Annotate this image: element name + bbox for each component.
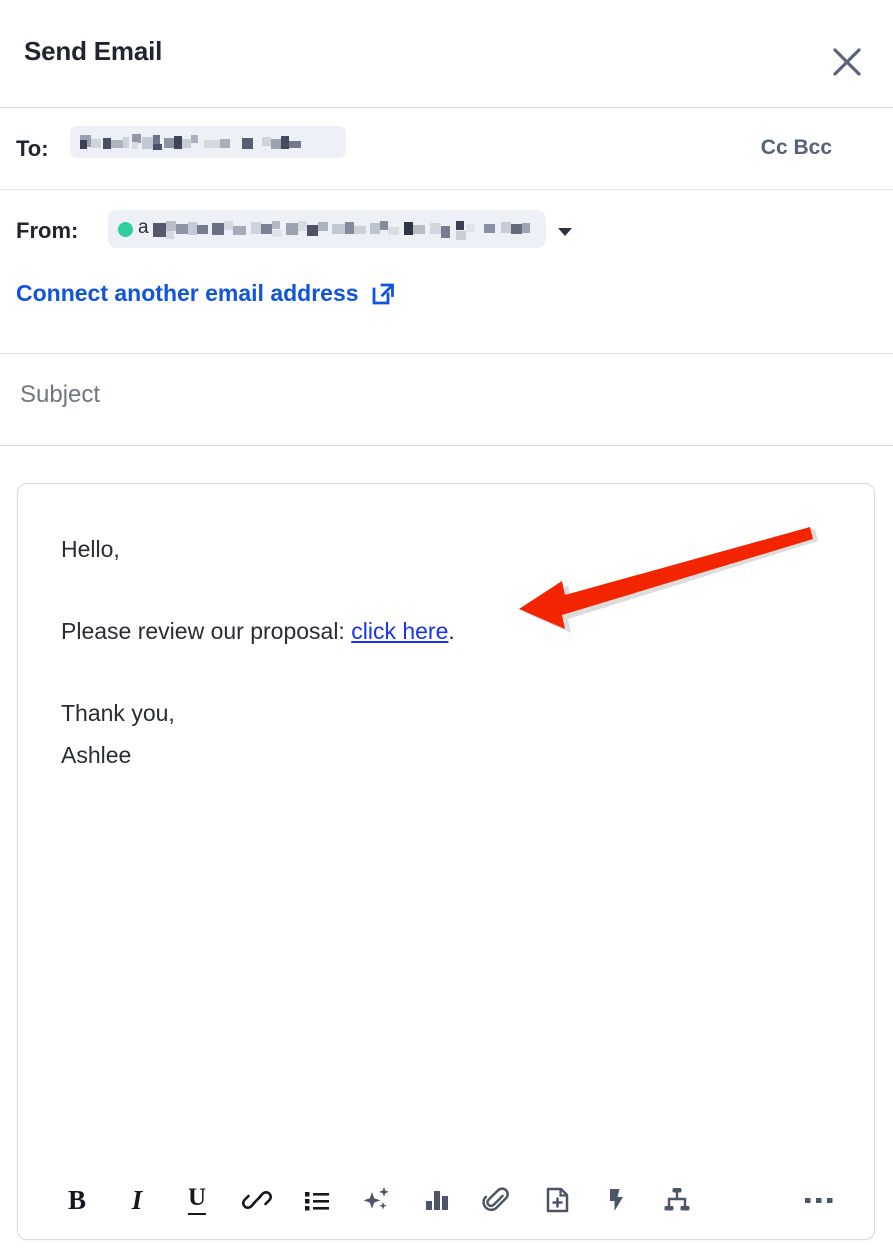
underline-button[interactable]: U bbox=[168, 1172, 226, 1228]
ellipsis-icon bbox=[805, 1198, 833, 1203]
email-body-editor[interactable]: Hello, Please review our proposal: click… bbox=[17, 483, 875, 1240]
proposal-link[interactable]: click here bbox=[351, 618, 448, 644]
bold-button[interactable]: B bbox=[48, 1172, 106, 1228]
chevron-down-icon[interactable] bbox=[556, 223, 574, 241]
body-signature: Ashlee bbox=[61, 742, 132, 768]
underline-icon: U bbox=[187, 1185, 207, 1215]
add-to-sequence-button[interactable] bbox=[648, 1172, 706, 1228]
document-add-icon bbox=[546, 1187, 569, 1213]
external-link-icon bbox=[372, 283, 394, 305]
attach-file-button[interactable] bbox=[468, 1172, 526, 1228]
to-field-row: To: Cc Bcc bbox=[0, 108, 893, 190]
paperclip-icon bbox=[482, 1187, 509, 1212]
quick-actions-button[interactable] bbox=[588, 1172, 646, 1228]
redacted-recipient bbox=[80, 134, 301, 150]
recipient-input[interactable] bbox=[70, 126, 346, 158]
close-button[interactable] bbox=[823, 38, 871, 86]
connect-another-email-label: Connect another email address bbox=[16, 280, 359, 306]
dialog-header: Send Email bbox=[0, 0, 893, 108]
close-icon bbox=[833, 48, 861, 76]
sequence-tree-icon bbox=[664, 1188, 690, 1211]
body-greeting: Hello, bbox=[61, 536, 120, 562]
italic-icon: I bbox=[131, 1184, 143, 1215]
body-line-prefix: Please review our proposal: bbox=[61, 618, 352, 644]
insert-link-button[interactable] bbox=[228, 1172, 286, 1228]
from-label: From: bbox=[16, 218, 79, 243]
body-paragraph: Please review our proposal: click here. bbox=[61, 610, 834, 652]
subject-field-row bbox=[0, 354, 893, 446]
editor-toolbar: B I U bbox=[18, 1161, 874, 1239]
cc-bcc-toggle[interactable]: Cc Bcc bbox=[761, 136, 832, 160]
italic-button[interactable]: I bbox=[108, 1172, 166, 1228]
page-title: Send Email bbox=[24, 36, 163, 66]
bulleted-list-icon bbox=[305, 1192, 329, 1211]
redacted-from-address bbox=[153, 221, 530, 240]
insert-chart-button[interactable] bbox=[408, 1172, 466, 1228]
bar-chart-icon bbox=[426, 1191, 448, 1210]
sparkles-icon bbox=[363, 1187, 389, 1210]
link-icon bbox=[242, 1191, 272, 1209]
from-field-row: From: a Connect another email address bbox=[0, 190, 893, 354]
more-options-button[interactable] bbox=[790, 1172, 848, 1228]
subject-input[interactable] bbox=[18, 380, 622, 410]
email-body-content[interactable]: Hello, Please review our proposal: click… bbox=[61, 528, 834, 776]
insert-document-button[interactable] bbox=[528, 1172, 586, 1228]
body-closing: Thank you, bbox=[61, 700, 175, 726]
from-address-select[interactable]: a bbox=[108, 210, 546, 248]
connect-another-email-link[interactable]: Connect another email address bbox=[16, 280, 396, 307]
to-label: To: bbox=[16, 136, 49, 161]
bold-icon: B bbox=[67, 1184, 86, 1215]
ai-assist-button[interactable] bbox=[348, 1172, 406, 1228]
bulleted-list-button[interactable] bbox=[288, 1172, 346, 1228]
lightning-bolt-icon bbox=[610, 1189, 623, 1211]
body-line-suffix: . bbox=[448, 618, 455, 644]
